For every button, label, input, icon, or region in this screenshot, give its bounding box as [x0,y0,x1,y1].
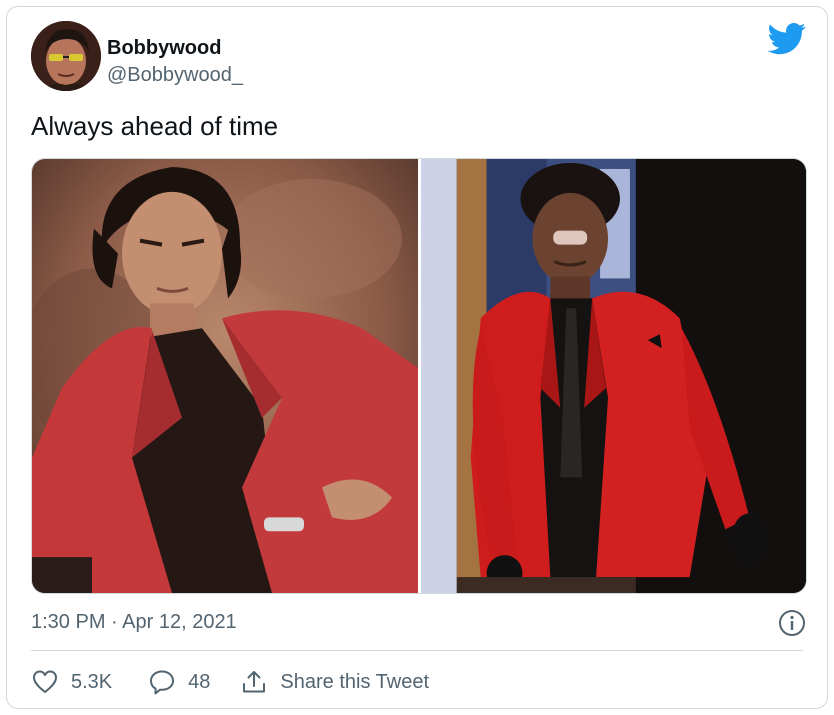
share-button[interactable]: Share this Tweet [240,668,429,696]
media-photo-right[interactable] [421,159,806,593]
info-icon[interactable] [777,608,807,638]
avatar[interactable] [31,21,101,91]
tweet-media [31,158,807,594]
action-bar: 5.3K 48 Share this Tweet [31,667,429,697]
photo-stage-red-blazer [421,159,806,593]
media-photo-left[interactable] [32,159,418,593]
author-display-name[interactable]: Bobbywood [107,37,221,60]
like-count: 5.3K [71,670,113,693]
tweet-timestamp[interactable]: 1:30 PM · Apr 12, 2021 [31,611,237,634]
tweet-card: Bobbywood @Bobbywood_ Always ahead of ti… [6,6,828,709]
tweet-text: Always ahead of time [31,111,279,141]
heart-icon [33,670,57,693]
twitter-bird-icon[interactable] [767,23,807,55]
author-handle[interactable]: @Bobbywood_ [107,64,243,87]
share-icon [243,671,266,693]
photo-vintage-red-blazer [32,159,418,593]
share-label: Share this Tweet [280,670,430,693]
avatar-image [31,21,101,91]
reply-bubble-icon [150,670,175,695]
reply-count: 48 [188,670,211,693]
like-button[interactable]: 5.3K [31,668,112,696]
reply-button[interactable]: 48 [148,668,210,696]
divider [31,650,803,651]
